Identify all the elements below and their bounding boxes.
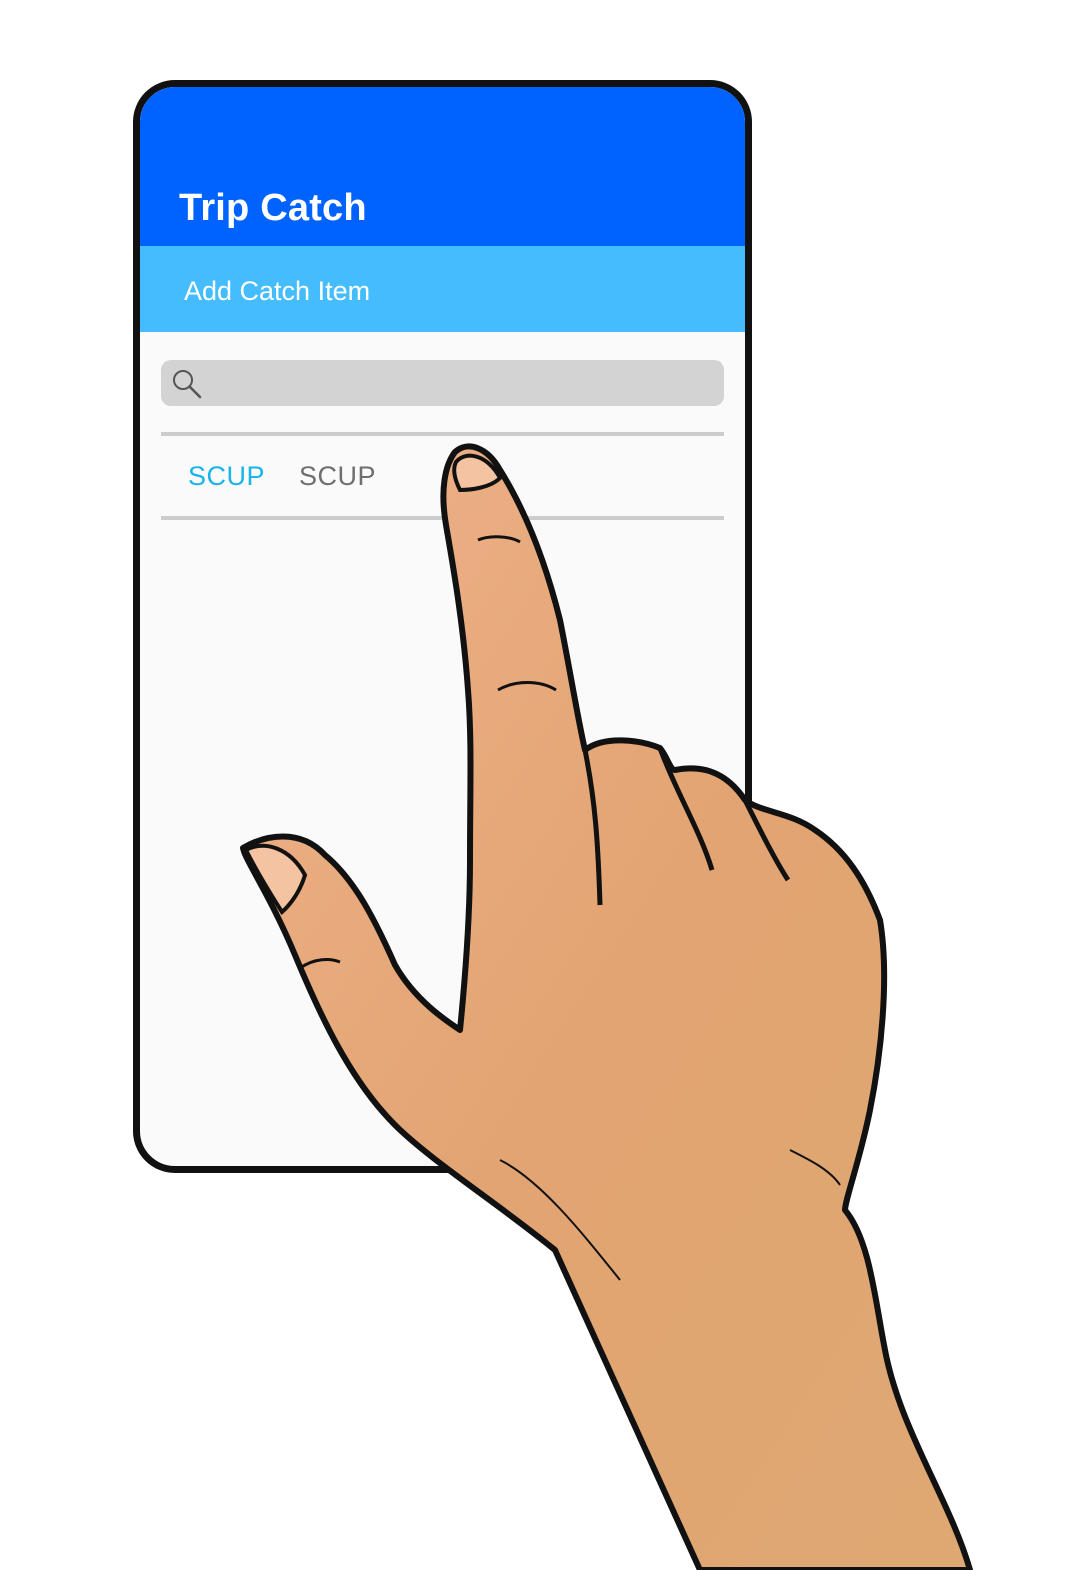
- sub-header: Add Catch Item: [140, 246, 745, 332]
- phone-frame: Trip Catch Add Catch Item SCUP SCUP: [133, 80, 752, 1173]
- sub-header-title: Add Catch Item: [184, 276, 371, 306]
- divider: [161, 432, 724, 436]
- app-bar: Trip Catch: [140, 87, 745, 246]
- search-input[interactable]: [213, 366, 717, 402]
- tab-bar: SCUP SCUP: [140, 437, 745, 515]
- divider: [161, 516, 724, 520]
- page-title: Trip Catch: [179, 187, 367, 229]
- tab-scup-active[interactable]: SCUP: [188, 461, 265, 492]
- search-icon: [173, 370, 202, 399]
- tab-scup[interactable]: SCUP: [299, 461, 376, 492]
- search-bar[interactable]: [161, 360, 724, 406]
